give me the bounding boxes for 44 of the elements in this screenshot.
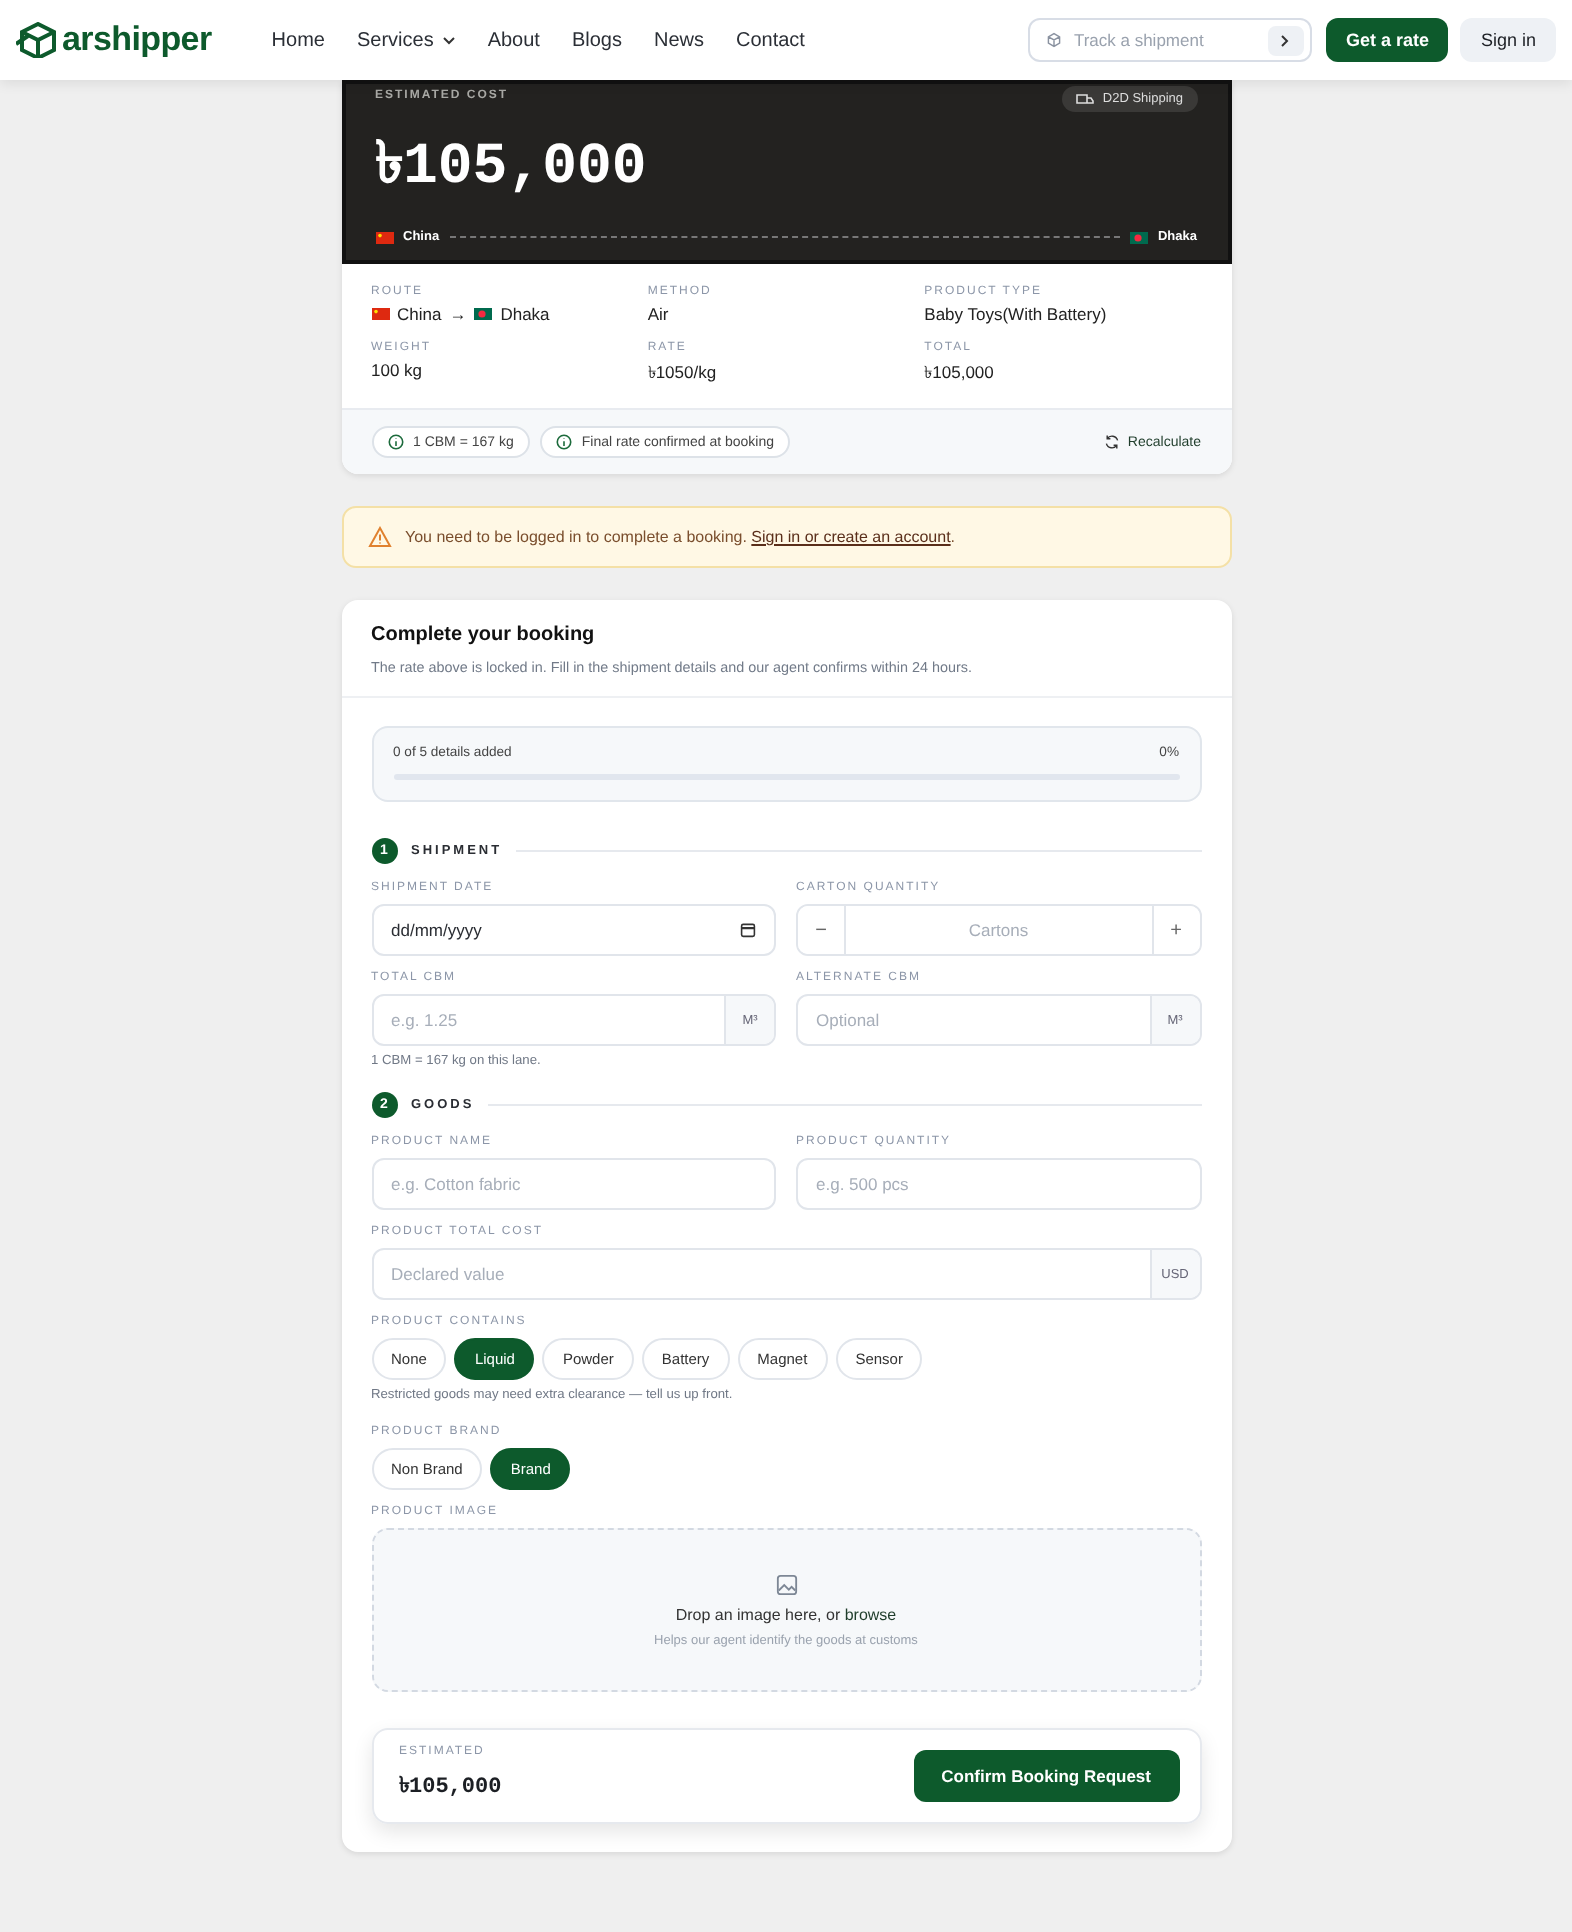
calendar-icon [740, 922, 756, 938]
chevron-right-icon [1280, 33, 1291, 47]
booking-title: Complete your booking [371, 624, 597, 646]
refresh-icon [1103, 434, 1120, 450]
info-icon [387, 434, 403, 450]
flag-icon [474, 308, 493, 320]
info-icon [555, 434, 572, 450]
confirm-button[interactable]: Confirm Booking Request [913, 1750, 1179, 1802]
submit-button[interactable] [1267, 25, 1304, 55]
nav-link[interactable]: Home [259, 21, 337, 59]
flag-icon [371, 308, 389, 320]
get-rate-button[interactable]: Get a rate [1325, 18, 1449, 62]
box-icon [1045, 32, 1062, 48]
nav-link[interactable]: About [475, 21, 552, 59]
logo-icon [16, 22, 56, 58]
detail-value: China [397, 304, 442, 324]
flag-icon [1129, 231, 1148, 243]
nav-link[interactable]: Services [344, 21, 468, 59]
decrement-button[interactable]: − [798, 906, 846, 954]
truck-icon [1076, 93, 1095, 105]
nav-link[interactable]: Blogs [559, 21, 634, 59]
alert-message: You need to be logged in to complete a booking. Sign in or create an account. [405, 528, 956, 546]
increment-button[interactable]: + [1151, 906, 1199, 954]
nav-link[interactable]: Contact [724, 21, 817, 59]
sign-in-button[interactable]: Sign in [1460, 18, 1556, 62]
detail-value: Dhaka [500, 304, 550, 324]
detail-value: Baby Toys(With Battery) [924, 304, 1109, 324]
nav-link[interactable]: News [641, 21, 716, 59]
brand-name: arshipper [62, 20, 212, 60]
browse-link[interactable]: browse [844, 1605, 897, 1623]
detail-value: Air [647, 304, 671, 324]
detail-value: 100 kg [371, 360, 425, 380]
image-icon [775, 1573, 797, 1595]
sign-in-link[interactable]: Sign in or create an account [751, 528, 951, 546]
arrow-icon: → [449, 304, 467, 324]
estimated-amount: ৳105,000 [375, 132, 649, 204]
warning-icon [367, 526, 391, 548]
detail-value: ৳1050/kg [647, 360, 719, 386]
estimated-amount: ৳105,000 [399, 1773, 502, 1804]
upload-text: Drop an image here, or browse [675, 1605, 897, 1623]
date-field[interactable]: dd/mm/yyyy [371, 904, 776, 956]
chevron-down-icon [441, 35, 456, 45]
detail-value: ৳105,000 [924, 360, 996, 386]
flag-icon [375, 231, 393, 243]
